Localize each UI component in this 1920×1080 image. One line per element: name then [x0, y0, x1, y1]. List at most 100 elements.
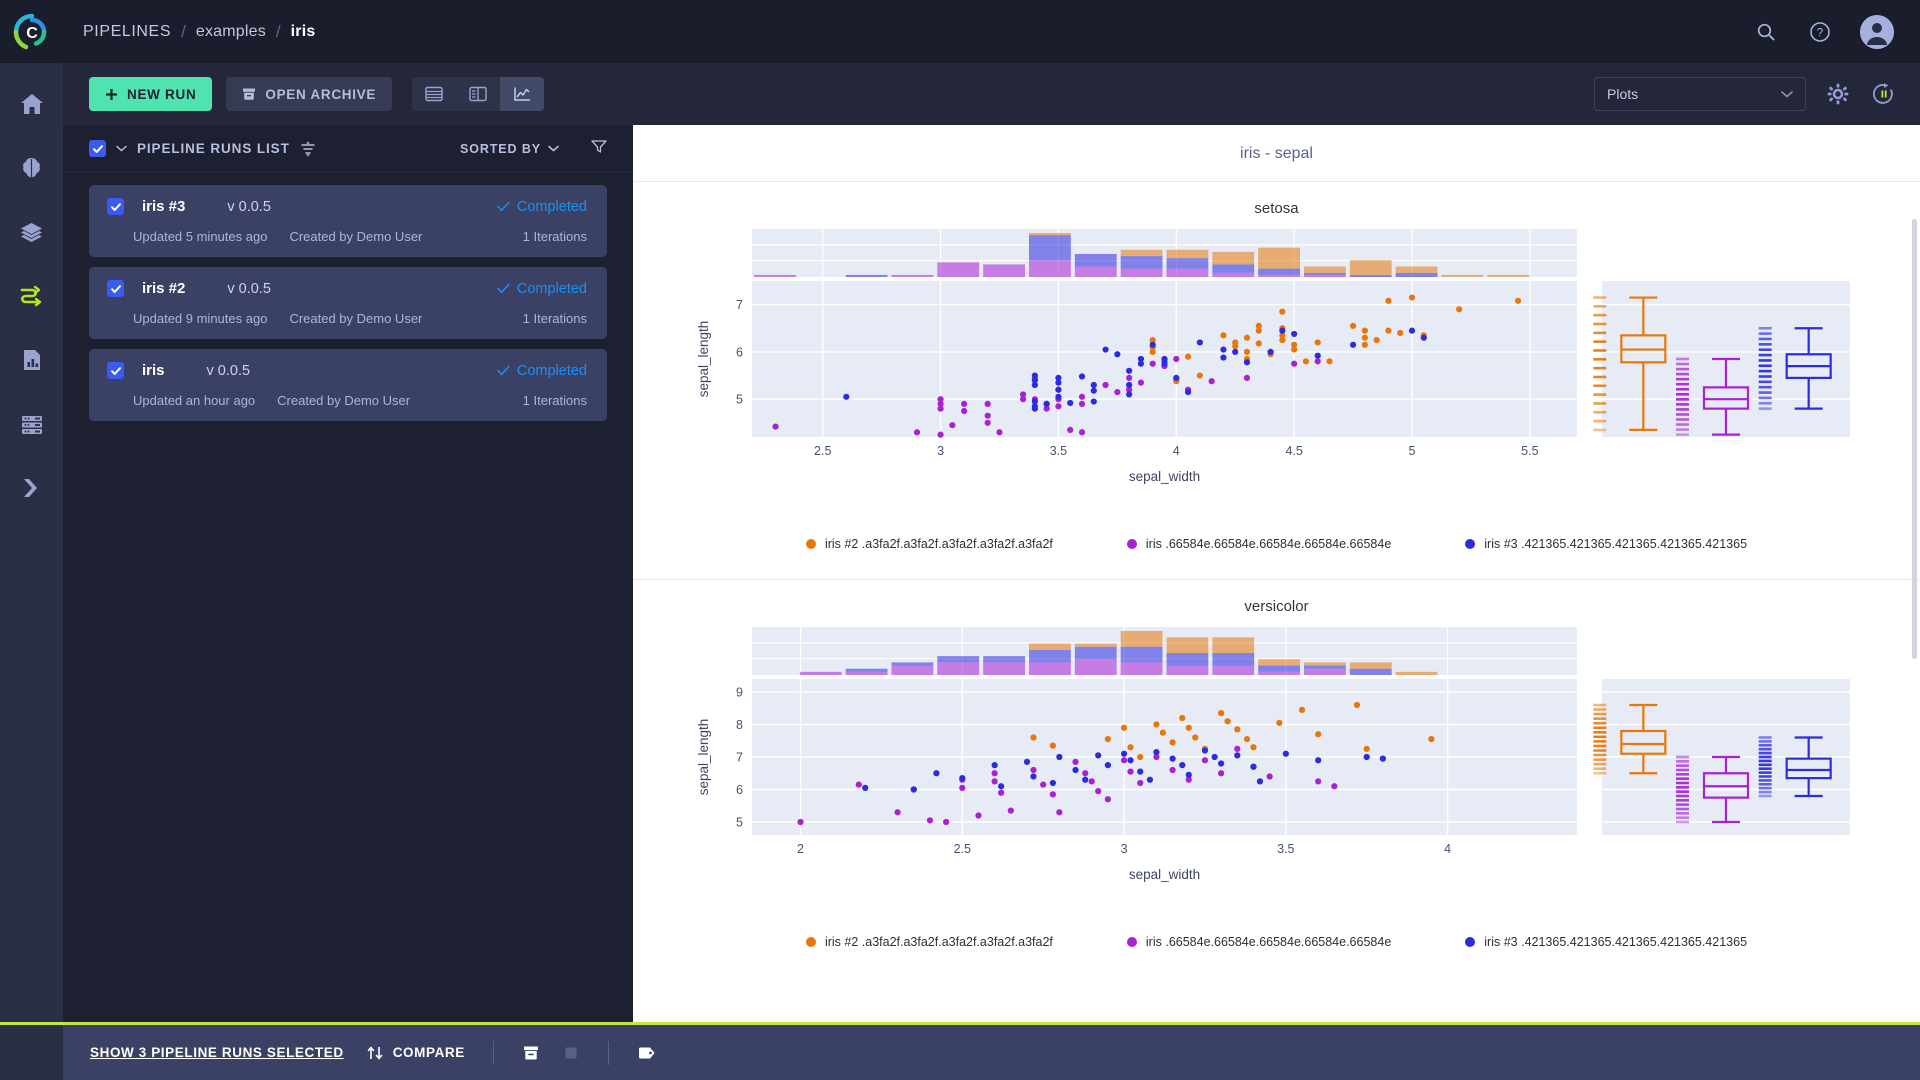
sorted-by-control[interactable]: SORTED BY — [460, 142, 559, 156]
sidebar-item-reports[interactable] — [15, 343, 49, 377]
deployments-icon — [23, 479, 37, 497]
chart-setosa: setosa 5 6 7 2.5 3 3.5 4 4.5 5 5.5 sepal_width sepa… — [633, 182, 1920, 579]
y-tick-label: 7 — [736, 751, 743, 765]
x-tick-label: 4.5 — [1285, 444, 1302, 458]
run-version: v 0.0.5 — [227, 198, 271, 215]
reorder-icon[interactable] — [300, 141, 316, 157]
bottom-bar-rail-spacer — [0, 1022, 63, 1080]
chevron-down-icon — [548, 145, 559, 152]
stop-button[interactable] — [562, 1044, 580, 1062]
plots-scrollbar[interactable] — [1912, 219, 1917, 659]
breadcrumb-item-iris[interactable]: iris — [291, 23, 316, 41]
header-actions: ? — [1752, 14, 1920, 49]
open-archive-label: OPEN ARCHIVE — [265, 86, 377, 102]
sidebar-item-server[interactable] — [15, 407, 49, 441]
run-name: iris #3 — [142, 198, 186, 215]
show-selected-runs-link[interactable]: SHOW 3 PIPELINE RUNS SELECTED — [90, 1045, 344, 1060]
breadcrumb-item-examples[interactable]: examples — [196, 23, 266, 41]
tab-split-view[interactable] — [456, 77, 500, 111]
server-icon — [21, 416, 42, 434]
chevron-down-icon — [1781, 91, 1793, 98]
user-avatar[interactable] — [1860, 14, 1894, 49]
new-run-button[interactable]: NEW RUN — [89, 77, 213, 111]
chart-canvas-setosa[interactable]: 5 6 7 2.5 3 3.5 4 4.5 5 5.5 sepal_width sepal_lengt… — [682, 223, 1872, 523]
select-all-checkbox[interactable] — [89, 140, 106, 157]
tag-icon — [638, 1047, 655, 1058]
chart-canvas-versicolor[interactable]: 5 6 7 8 9 2 2.5 3 3.5 4 sepal_width sepal_length — [682, 621, 1872, 921]
archive-icon — [243, 88, 256, 100]
legend-label: iris .66584e.66584e.66584e.66584e.66584e — [1145, 537, 1392, 551]
x-tick-label: 4 — [1444, 842, 1451, 856]
archive-button[interactable] — [522, 1044, 540, 1062]
open-archive-button[interactable]: OPEN ARCHIVE — [226, 77, 393, 111]
check-icon — [497, 201, 510, 212]
tab-table-view[interactable] — [412, 77, 456, 111]
breadcrumb: PIPELINES / examples / iris — [63, 22, 315, 42]
legend-item[interactable]: iris #3 .421365.421365.421365.421365.421… — [1465, 935, 1747, 949]
legend-color-swatch — [1465, 539, 1476, 549]
legend-item[interactable]: iris .66584e.66584e.66584e.66584e.66584e — [1126, 935, 1392, 949]
archive-icon — [523, 1046, 538, 1059]
sidebar-item-datasets[interactable] — [15, 215, 49, 249]
x-tick-label: 5 — [1408, 444, 1415, 458]
pipelines-icon — [20, 285, 41, 307]
settings-button[interactable] — [1824, 80, 1852, 108]
status-badge: Completed — [497, 363, 587, 379]
auto-refresh-pause-icon — [1873, 83, 1893, 104]
legend-label: iris #2 .a3fa2f.a3fa2f.a3fa2f.a3fa2f.a3f… — [824, 537, 1053, 551]
y-axis-label: sepal_length — [696, 321, 711, 398]
legend-color-swatch — [1465, 937, 1476, 947]
run-name: iris #2 — [142, 280, 186, 297]
chart-view-icon — [514, 87, 531, 101]
list-item[interactable]: iris v 0.0.5 Completed Updated an hour a… — [89, 349, 607, 421]
list-item[interactable]: iris #2 v 0.0.5 Completed Updated 9 minu… — [89, 267, 607, 339]
run-checkbox[interactable] — [107, 280, 124, 297]
x-tick-label: 2.5 — [814, 444, 831, 458]
help-icon[interactable]: ? — [1806, 18, 1834, 46]
x-tick-label: 5.5 — [1521, 444, 1538, 458]
legend-item[interactable]: iris #3 .421365.421365.421365.421365.421… — [1465, 537, 1747, 551]
x-axis-label: sepal_width — [1128, 867, 1199, 882]
run-checkbox[interactable] — [107, 362, 124, 379]
split-view-icon — [469, 86, 487, 102]
legend-item[interactable]: iris .66584e.66584e.66584e.66584e.66584e — [1126, 537, 1392, 551]
sidebar-item-pipelines[interactable] — [15, 279, 49, 313]
x-tick-label: 3.5 — [1049, 444, 1066, 458]
run-checkbox[interactable] — [107, 198, 124, 215]
plots-select[interactable]: Plots — [1594, 77, 1806, 111]
y-tick-label: 9 — [736, 686, 743, 700]
chevron-down-icon[interactable] — [116, 145, 127, 152]
legend-item[interactable]: iris #2 .a3fa2f.a3fa2f.a3fa2f.a3fa2f.a3f… — [805, 935, 1053, 949]
runs-list-title: PIPELINE RUNS LIST — [137, 141, 290, 156]
y-tick-label: 5 — [736, 816, 743, 830]
tab-chart-view[interactable] — [500, 77, 545, 111]
compare-label: COMPARE — [392, 1045, 465, 1060]
legend-label: iris .66584e.66584e.66584e.66584e.66584e — [1145, 935, 1392, 949]
sidebar-item-home[interactable] — [15, 87, 49, 121]
sidebar-item-models[interactable] — [15, 151, 49, 185]
status-label: Completed — [516, 280, 587, 297]
list-item[interactable]: iris #3 v 0.0.5 Completed Updated 5 minu… — [89, 185, 607, 257]
home-icon — [20, 94, 43, 114]
filter-button[interactable] — [591, 139, 607, 158]
legend-item[interactable]: iris #2 .a3fa2f.a3fa2f.a3fa2f.a3fa2f.a3f… — [805, 537, 1053, 551]
legend-color-swatch — [805, 937, 816, 947]
pipeline-runs-pane: PIPELINE RUNS LIST SORTED BY iris #3 v 0… — [63, 125, 633, 1022]
legend-color-swatch — [1126, 937, 1137, 947]
breadcrumb-separator: / — [275, 21, 281, 41]
runs-list-header: PIPELINE RUNS LIST SORTED BY — [63, 125, 633, 173]
breadcrumb-item-pipelines[interactable]: PIPELINES — [83, 23, 171, 41]
x-tick-label: 2 — [797, 842, 804, 856]
search-icon[interactable] — [1752, 18, 1780, 46]
sidebar-item-deployments[interactable] — [15, 471, 49, 505]
app-logo[interactable]: C — [0, 0, 63, 63]
status-badge: Completed — [497, 281, 587, 297]
divider — [492, 1040, 494, 1065]
divider — [607, 1040, 609, 1065]
report-chart-icon — [23, 350, 40, 370]
new-run-label: NEW RUN — [127, 86, 197, 102]
auto-refresh-button[interactable] — [1870, 80, 1898, 108]
tag-button[interactable] — [637, 1044, 657, 1062]
compare-button[interactable]: COMPARE — [366, 1044, 465, 1062]
sorted-by-label: SORTED BY — [459, 141, 541, 156]
